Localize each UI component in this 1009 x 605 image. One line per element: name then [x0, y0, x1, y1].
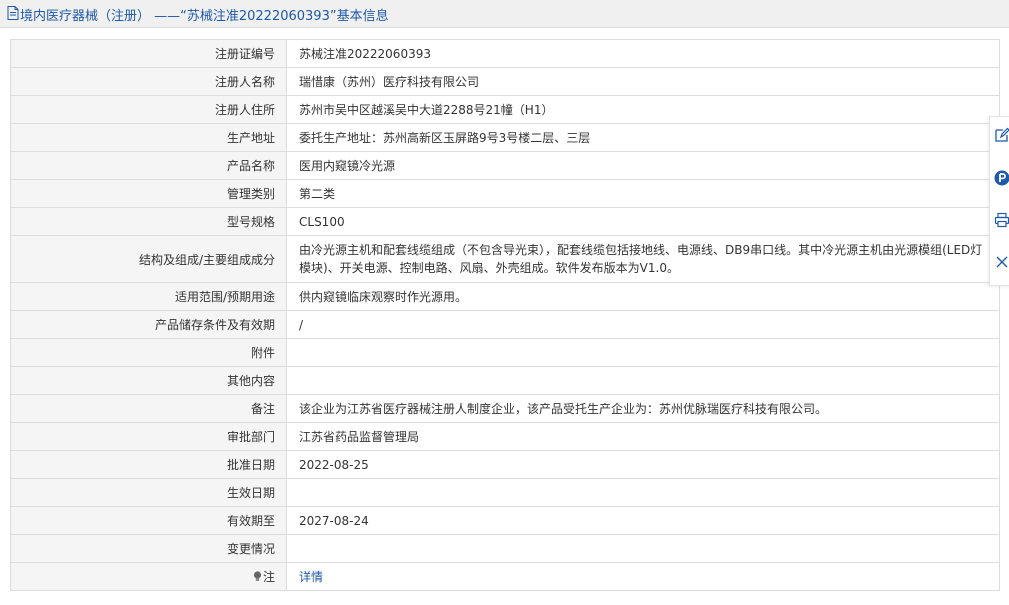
row-value: [286, 338, 1000, 367]
row-value: 供内窥镜临床观察时作光源用。: [286, 282, 1000, 311]
table-row: 有效期至 2027-08-24: [10, 506, 1000, 535]
table-row: 变更情况: [10, 534, 1000, 563]
row-label: 产品名称: [10, 151, 287, 180]
row-label: 注: [10, 562, 287, 591]
table-row: 注 详情: [10, 562, 1000, 591]
row-value: 江苏省药品监督管理局: [286, 422, 1000, 451]
lightbulb-icon: [253, 571, 262, 581]
row-label: 注册人住所: [10, 95, 287, 124]
row-label: 备注: [10, 394, 287, 423]
row-label: 批准日期: [10, 450, 287, 479]
row-value: [286, 478, 1000, 507]
page-title: 境内医疗器械（注册） ——“苏械注准20222060393”基本信息: [20, 9, 389, 24]
details-link[interactable]: 详情: [299, 570, 323, 584]
table-row: 结构及组成/主要组成成分 由冷光源主机和配套线缆组成（不包含导光束），配套线缆包括…: [10, 235, 1000, 283]
table-row: 其他内容: [10, 366, 1000, 395]
row-label: 附件: [10, 338, 287, 367]
table-row: 注册证编号 苏械注准20222060393: [10, 39, 1000, 68]
document-icon: [7, 6, 19, 20]
row-value: 委托生产地址：苏州高新区玉屏路9号3号楼二层、三层: [286, 123, 1000, 152]
row-value: CLS100: [286, 207, 1000, 236]
table-row: 备注 该企业为江苏省医疗器械注册人制度企业，该产品受托生产企业为：苏州优脉瑞医疗科…: [10, 394, 1000, 423]
row-label: 生效日期: [10, 478, 287, 507]
row-label: 结构及组成/主要组成成分: [10, 235, 287, 283]
page-header: 境内医疗器械（注册） ——“苏械注准20222060393”基本信息: [0, 0, 1009, 28]
row-value: 详情: [286, 562, 1000, 591]
row-label: 其他内容: [10, 366, 287, 395]
row-label: 管理类别: [10, 179, 287, 208]
table-row: 生效日期: [10, 478, 1000, 507]
row-value: 第二类: [286, 179, 1000, 208]
print-icon[interactable]: [994, 212, 1009, 228]
edit-icon[interactable]: [994, 127, 1009, 143]
table-row: 生产地址 委托生产地址：苏州高新区玉屏路9号3号楼二层、三层: [10, 123, 1000, 152]
table-row: 审批部门 江苏省药品监督管理局: [10, 422, 1000, 451]
table-row: 管理类别 第二类: [10, 179, 1000, 208]
table-row: 批准日期 2022-08-25: [10, 450, 1000, 479]
row-value: 由冷光源主机和配套线缆组成（不包含导光束），配套线缆包括接地线、电源线、DB9串…: [286, 235, 1000, 283]
row-label: 变更情况: [10, 534, 287, 563]
table-row: 产品名称 医用内窥镜冷光源: [10, 151, 1000, 180]
row-label: 注册证编号: [10, 39, 287, 68]
table-row: 附件: [10, 338, 1000, 367]
row-value: 该企业为江苏省医疗器械注册人制度企业，该产品受托生产企业为：苏州优脉瑞医疗科技有…: [286, 394, 1000, 423]
registration-info-table: 注册证编号 苏械注准20222060393 注册人名称 瑞惜康（苏州）医疗科技有限公…: [10, 39, 1000, 591]
note-label: 注: [262, 570, 275, 584]
row-value: 2027-08-24: [286, 506, 1000, 535]
row-label: 产品储存条件及有效期: [10, 310, 287, 339]
row-value: [286, 366, 1000, 395]
row-value: 苏械注准20222060393: [286, 39, 1000, 68]
table-row: 注册人名称 瑞惜康（苏州）医疗科技有限公司: [10, 67, 1000, 96]
table-row: 产品储存条件及有效期 /: [10, 310, 1000, 339]
row-value: 瑞惜康（苏州）医疗科技有限公司: [286, 67, 1000, 96]
table-row: 适用范围/预期用途 供内窥镜临床观察时作光源用。: [10, 282, 1000, 311]
row-label: 适用范围/预期用途: [10, 282, 287, 311]
row-value: [286, 534, 1000, 563]
row-value: 医用内窥镜冷光源: [286, 151, 1000, 180]
row-value: 2022-08-25: [286, 450, 1000, 479]
close-icon[interactable]: [994, 254, 1009, 270]
row-value: /: [286, 310, 1000, 339]
row-label: 生产地址: [10, 123, 287, 152]
row-value: 苏州市吴中区越溪吴中大道2288号21幢（H1）: [286, 95, 1000, 124]
row-label: 有效期至: [10, 506, 287, 535]
side-toolbar: [989, 116, 1009, 286]
table-row: 型号规格 CLS100: [10, 207, 1000, 236]
row-label: 审批部门: [10, 422, 287, 451]
table-row: 注册人住所 苏州市吴中区越溪吴中大道2288号21幢（H1）: [10, 95, 1000, 124]
row-label: 注册人名称: [10, 67, 287, 96]
row-label: 型号规格: [10, 207, 287, 236]
p-badge-icon[interactable]: [994, 170, 1009, 186]
